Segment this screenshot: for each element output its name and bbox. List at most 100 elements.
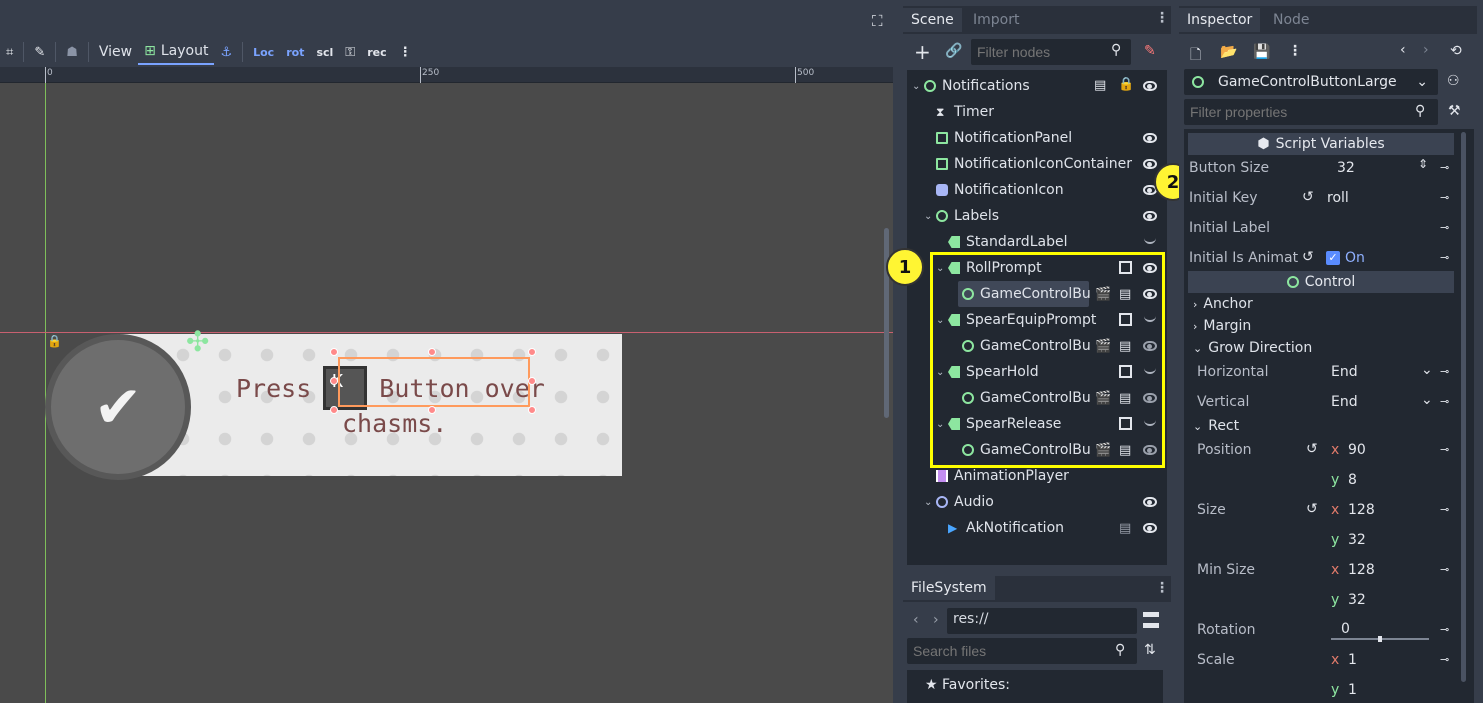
- layout-menu[interactable]: ⊞ Layout: [138, 39, 215, 65]
- favorites-row[interactable]: ★ Favorites:: [925, 677, 1010, 693]
- back-icon[interactable]: ‹: [913, 612, 919, 628]
- script-icon[interactable]: ▤: [1094, 78, 1106, 93]
- key-icon[interactable]: ⊸: [1440, 444, 1452, 455]
- more-icon[interactable]: ⋮: [1288, 43, 1302, 59]
- key-icon[interactable]: ⊸: [1440, 252, 1452, 263]
- initial-label-field[interactable]: [1321, 215, 1437, 241]
- visibility-eye-icon[interactable]: [1143, 497, 1157, 507]
- visibility-eye-icon[interactable]: [1143, 81, 1157, 91]
- dock-menu-icon[interactable]: ⋮: [1155, 580, 1169, 596]
- spin-arrows-icon[interactable]: ⇕: [1418, 157, 1428, 171]
- forward-icon[interactable]: ›: [933, 612, 939, 628]
- key-icon[interactable]: ⊸: [1440, 222, 1452, 233]
- dock-menu-icon[interactable]: ⋮: [1155, 10, 1169, 26]
- filter-properties-input[interactable]: [1184, 99, 1438, 125]
- visibility-eye-icon[interactable]: [1143, 133, 1157, 143]
- resize-handle[interactable]: [428, 348, 436, 356]
- script-icon[interactable]: ▤: [1119, 521, 1131, 536]
- filter-nodes-input[interactable]: [971, 39, 1131, 65]
- anchor-icon[interactable]: ⚓: [214, 39, 238, 65]
- canvas-2d[interactable]: 🔒 ✔ ✣ Press K Button over chasms.: [0, 83, 893, 703]
- scale-x-field[interactable]: [1325, 647, 1437, 673]
- history-back-icon[interactable]: ‹: [1400, 42, 1406, 58]
- search-files-input[interactable]: [907, 638, 1137, 664]
- resize-handle[interactable]: [330, 348, 338, 356]
- key-icon[interactable]: ⊸: [1440, 162, 1452, 173]
- control-header[interactable]: Control: [1188, 271, 1454, 293]
- more-icon[interactable]: ⋮: [393, 39, 418, 65]
- checkbox-checked-icon[interactable]: ✓: [1326, 251, 1340, 265]
- split-mode-icon[interactable]: [1143, 612, 1159, 628]
- resize-handle[interactable]: [330, 377, 338, 385]
- new-resource-icon[interactable]: 🗋: [1190, 44, 1201, 68]
- pivot-icon[interactable]: ✣: [186, 328, 209, 356]
- tree-row-aknotification[interactable]: ▶ AkNotification: [948, 515, 1064, 541]
- key-icon[interactable]: ⊸: [1440, 366, 1452, 377]
- revert-icon[interactable]: ↺: [1306, 501, 1318, 517]
- tab-inspector[interactable]: Inspector: [1179, 8, 1261, 32]
- resize-handle[interactable]: [428, 406, 436, 414]
- revert-icon[interactable]: ↺: [1302, 249, 1314, 265]
- size-y-field[interactable]: [1325, 527, 1437, 553]
- chevron-down-icon[interactable]: ⌄: [912, 81, 924, 92]
- grow-direction-category[interactable]: ⌄ Grow Direction: [1193, 340, 1312, 356]
- margin-category[interactable]: › Margin: [1193, 318, 1251, 334]
- tree-row-audio[interactable]: ⌄ Audio: [924, 489, 994, 515]
- size-x-field[interactable]: [1325, 497, 1437, 523]
- insert-key-scl-button[interactable]: scl: [310, 39, 339, 65]
- anchor-category[interactable]: › Anchor: [1193, 296, 1253, 312]
- visibility-eye-icon[interactable]: [1143, 211, 1157, 221]
- skeleton-icon[interactable]: ☗: [60, 39, 84, 65]
- revert-icon[interactable]: ↺: [1306, 441, 1318, 457]
- record-button[interactable]: rec: [361, 39, 392, 65]
- tab-node[interactable]: Node: [1265, 8, 1318, 32]
- save-icon[interactable]: 💾: [1253, 44, 1270, 60]
- tree-row-notifications[interactable]: ⌄ Notifications: [912, 73, 1030, 99]
- tab-filesystem[interactable]: FileSystem: [903, 576, 995, 600]
- key-icon[interactable]: ⊸: [1440, 396, 1452, 407]
- resize-handle[interactable]: [528, 377, 536, 385]
- key-icon[interactable]: ⚿: [339, 39, 361, 65]
- snap-options-icon[interactable]: ⌗: [0, 39, 19, 65]
- add-node-icon[interactable]: +: [914, 40, 931, 64]
- tree-row-notificationiconcontainer[interactable]: NotificationIconContainer: [936, 151, 1132, 177]
- tree-row-notificationpanel[interactable]: NotificationPanel: [936, 125, 1072, 151]
- node-info-icon[interactable]: ⚇: [1447, 73, 1460, 89]
- open-folder-icon[interactable]: 📂: [1220, 44, 1237, 60]
- script-variables-header[interactable]: ⬢ Script Variables: [1188, 133, 1454, 155]
- tree-row-notificationicon[interactable]: NotificationIcon: [936, 177, 1064, 203]
- view-menu[interactable]: View: [93, 39, 138, 65]
- slider-grabber[interactable]: [1378, 636, 1382, 642]
- node-selector[interactable]: GameControlButtonLarge ⌄: [1184, 69, 1438, 95]
- lock-icon[interactable]: 🔒: [1118, 77, 1134, 92]
- resize-handle[interactable]: [528, 348, 536, 356]
- tab-import[interactable]: Import: [965, 8, 1027, 32]
- position-x-field[interactable]: [1325, 437, 1437, 463]
- object-history-icon[interactable]: ⟲: [1450, 43, 1462, 59]
- tree-row-labels[interactable]: ⌄ Labels: [924, 203, 999, 229]
- key-icon[interactable]: ⊸: [1440, 624, 1452, 635]
- min-size-y-field[interactable]: [1325, 587, 1437, 613]
- tools-icon[interactable]: ⚒: [1448, 103, 1461, 119]
- key-icon[interactable]: ⊸: [1440, 564, 1452, 575]
- insert-key-rot-button[interactable]: rot: [280, 39, 310, 65]
- tab-scene[interactable]: Scene: [903, 8, 962, 32]
- selection-rect[interactable]: [338, 357, 530, 407]
- key-icon[interactable]: ⊸: [1440, 654, 1452, 665]
- inspector-scrollbar[interactable]: [1461, 132, 1466, 682]
- key-icon[interactable]: ⊸: [1440, 504, 1452, 515]
- script-remove-icon[interactable]: ✎: [1144, 43, 1156, 59]
- position-y-field[interactable]: [1325, 467, 1437, 493]
- sort-icon[interactable]: ⇅: [1144, 642, 1156, 658]
- history-forward-icon[interactable]: ›: [1423, 42, 1429, 58]
- key-icon[interactable]: ⊸: [1440, 192, 1452, 203]
- chevron-down-icon[interactable]: ⌄: [924, 211, 936, 222]
- resize-handle[interactable]: [528, 406, 536, 414]
- tree-row-timer[interactable]: ⧗ Timer: [936, 99, 994, 125]
- rect-category[interactable]: ⌄ Rect: [1193, 418, 1239, 434]
- min-size-x-field[interactable]: [1325, 557, 1437, 583]
- insert-key-loc-button[interactable]: Loc: [247, 39, 280, 65]
- visibility-eye-icon[interactable]: [1143, 159, 1157, 169]
- visibility-eye-icon[interactable]: [1143, 523, 1157, 533]
- path-field[interactable]: res://: [947, 608, 1137, 634]
